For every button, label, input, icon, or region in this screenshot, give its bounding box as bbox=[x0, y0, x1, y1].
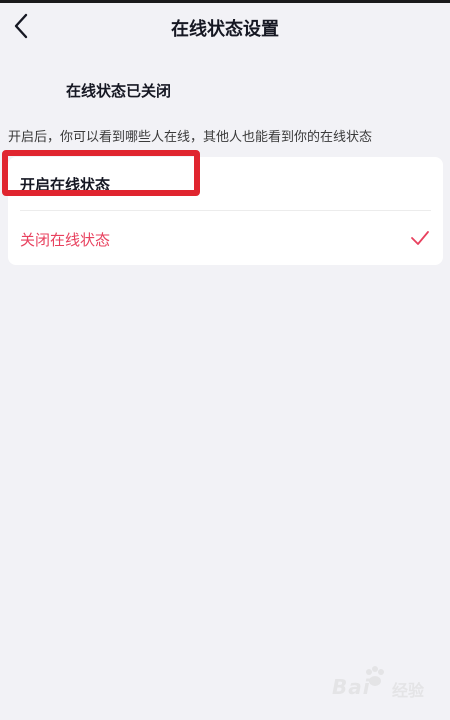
page-title: 在线状态设置 bbox=[171, 19, 279, 40]
status-description: 开启后，你可以看到哪些人在线，其他人也能看到你的在线状态 bbox=[8, 130, 373, 145]
option-online-off[interactable]: 关闭在线状态 bbox=[8, 211, 443, 264]
checkmark-icon bbox=[411, 231, 429, 245]
option-label: 关闭在线状态 bbox=[20, 231, 111, 249]
paw-icon bbox=[366, 666, 384, 686]
watermark-suffix: 经验 bbox=[392, 681, 425, 700]
options-card: 开启在线状态 关闭在线状态 bbox=[8, 157, 443, 265]
navigation-bar: 在线状态设置 bbox=[0, 3, 450, 47]
option-label: 开启在线状态 bbox=[20, 176, 111, 194]
option-online-on[interactable]: 开启在线状态 bbox=[8, 157, 443, 210]
status-heading: 在线状态已关闭 bbox=[66, 82, 172, 100]
baidu-watermark: Bai 经验 bbox=[332, 665, 432, 705]
